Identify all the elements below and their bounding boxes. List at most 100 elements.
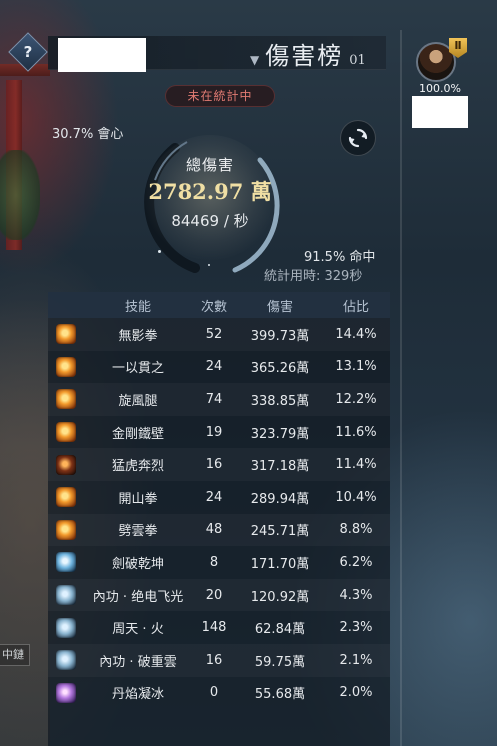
whirl-kick-icon	[56, 389, 76, 410]
refresh-button[interactable]	[340, 120, 376, 156]
flame-strike-icon	[56, 356, 76, 377]
total-damage-label: 總傷害	[185, 156, 234, 174]
side-tag[interactable]: 中鏈	[0, 644, 30, 666]
hit-count: 48	[205, 522, 223, 538]
skill-name: 丹焰凝冰	[111, 687, 164, 703]
table-row[interactable]: 無影拳 52 399.73萬 14.4%	[48, 318, 390, 351]
hit-count: 20	[205, 587, 223, 603]
skill-name: 內功 · 绝电飞光	[92, 589, 184, 605]
iron-wall-icon	[56, 422, 76, 443]
skill-name: 一以貫之	[111, 361, 164, 377]
damage-value: 55.68萬	[254, 687, 306, 703]
skill-name: 開山拳	[118, 491, 158, 507]
question-icon: ?	[23, 43, 33, 61]
damage-share: 2.3%	[339, 620, 373, 636]
damage-value: 59.75萬	[254, 654, 306, 670]
ranking-selector[interactable]: ▼ 傷害榜 01	[250, 36, 366, 70]
col-percent: 佔比	[342, 299, 369, 315]
sparkle	[208, 264, 210, 266]
hit-count: 19	[205, 424, 223, 440]
cloud-fist-icon	[56, 519, 76, 540]
damage-share: 12.2%	[335, 391, 377, 407]
tiger-icon	[56, 454, 76, 475]
damage-share: 4.3%	[339, 587, 373, 603]
hit-rate: 91.5% 命中	[304, 250, 376, 265]
hit-count: 16	[205, 457, 223, 473]
damage-value: 365.26萬	[250, 361, 310, 377]
skill-name: 猛虎奔烈	[111, 459, 164, 475]
damage-share: 13.1%	[335, 359, 377, 375]
redacted-player-name	[412, 96, 468, 128]
hit-count: 52	[205, 326, 223, 342]
caret-down-icon: ▼	[250, 53, 260, 67]
damage-share: 10.4%	[335, 489, 377, 505]
table-row[interactable]: 金剛鐵壁 19 323.79萬 11.6%	[48, 416, 390, 449]
table-row[interactable]: 內功 · 绝电飞光 20 120.92萬 4.3%	[48, 579, 390, 612]
skill-name: 劈雲拳	[118, 524, 158, 540]
damage-per-second: 84469 / 秒	[171, 212, 249, 230]
cloud-break-icon	[56, 650, 76, 671]
col-damage: 傷害	[266, 299, 293, 315]
damage-value: 323.79萬	[250, 426, 310, 442]
skill-name: 劍破乾坤	[111, 556, 164, 572]
damage-value: 338.85萬	[250, 393, 310, 409]
table-row[interactable]: 旋風腿 74 338.85萬 12.2%	[48, 383, 390, 416]
damage-value: 120.92萬	[250, 589, 310, 605]
hit-count: 74	[205, 391, 223, 407]
page-title: 傷害榜	[265, 42, 344, 70]
foliage	[0, 150, 40, 240]
damage-value: 62.84萬	[254, 622, 306, 638]
table-row[interactable]: 一以貫之 24 365.26萬 13.1%	[48, 351, 390, 384]
hit-count: 148	[201, 620, 227, 636]
total-damage-value: 2782.97 萬	[148, 179, 272, 204]
damage-share: 11.4%	[335, 457, 377, 473]
table-row[interactable]: 丹焰凝冰 0 55.68萬 2.0%	[48, 677, 390, 710]
ice-flame-icon	[56, 682, 76, 703]
table-row[interactable]: 內功 · 破重雲 16 59.75萬 2.1%	[48, 644, 390, 677]
refresh-icon	[348, 128, 368, 148]
table-row[interactable]: 開山拳 24 289.94萬 10.4%	[48, 481, 390, 514]
hit-count: 0	[209, 685, 219, 701]
lightning-icon	[56, 585, 76, 606]
table-header: 技能 次數 傷害 佔比	[48, 292, 390, 318]
hit-count: 24	[205, 359, 223, 375]
table-row[interactable]: 猛虎奔烈 16 317.18萬 11.4%	[48, 448, 390, 481]
skill-name: 金剛鐵壁	[111, 426, 164, 442]
table-row[interactable]: 周天 · 火 148 62.84萬 2.3%	[48, 611, 390, 644]
skill-name: 旋風腿	[118, 393, 158, 409]
skill-damage-table[interactable]: 技能 次數 傷害 佔比 無影拳 52 399.73萬 14.4% 一以貫之 24 365.2…	[48, 292, 390, 746]
hit-count: 24	[205, 489, 223, 505]
table-row[interactable]: 劍破乾坤 8 171.70萬 6.2%	[48, 546, 390, 579]
status-badge: 未在統計中	[165, 85, 275, 107]
sword-burst-icon	[56, 552, 76, 573]
panel-divider	[400, 30, 402, 746]
damage-share: 2.1%	[339, 652, 373, 668]
hit-count: 16	[205, 652, 223, 668]
damage-value: 289.94萬	[250, 491, 310, 507]
damage-value: 317.18萬	[250, 459, 310, 475]
fist-fire-icon	[56, 324, 76, 345]
skill-name: 內功 · 破重雲	[99, 654, 177, 670]
damage-value: 245.71萬	[250, 524, 310, 540]
damage-share: 8.8%	[339, 522, 373, 538]
page-number: 01	[349, 53, 366, 68]
sparkle	[158, 250, 161, 253]
skill-name: 周天 · 火	[112, 622, 164, 638]
damage-share: 11.6%	[335, 424, 377, 440]
table-row[interactable]: 劈雲拳 48 245.71萬 8.8%	[48, 514, 390, 547]
orbit-fire-icon	[56, 617, 76, 638]
hit-count: 8	[209, 554, 219, 570]
stat-duration: 統計用時: 329秒	[264, 269, 363, 284]
damage-share: 6.2%	[339, 554, 373, 570]
damage-value: 399.73萬	[250, 328, 310, 344]
damage-share: 2.0%	[339, 685, 373, 701]
col-skill: 技能	[124, 299, 151, 315]
background-scenery: 中鏈	[0, 0, 50, 746]
mountain-fist-icon	[56, 487, 76, 508]
player-damage-share: 100.0%	[419, 82, 461, 95]
damage-share: 14.4%	[335, 326, 377, 342]
damage-value: 171.70萬	[250, 556, 310, 572]
redacted-name	[58, 38, 146, 72]
table-body: 無影拳 52 399.73萬 14.4% 一以貫之 24 365.26萬 13.1% 旋風腿 74…	[48, 318, 390, 709]
crit-rate: 30.7% 會心	[52, 127, 124, 142]
